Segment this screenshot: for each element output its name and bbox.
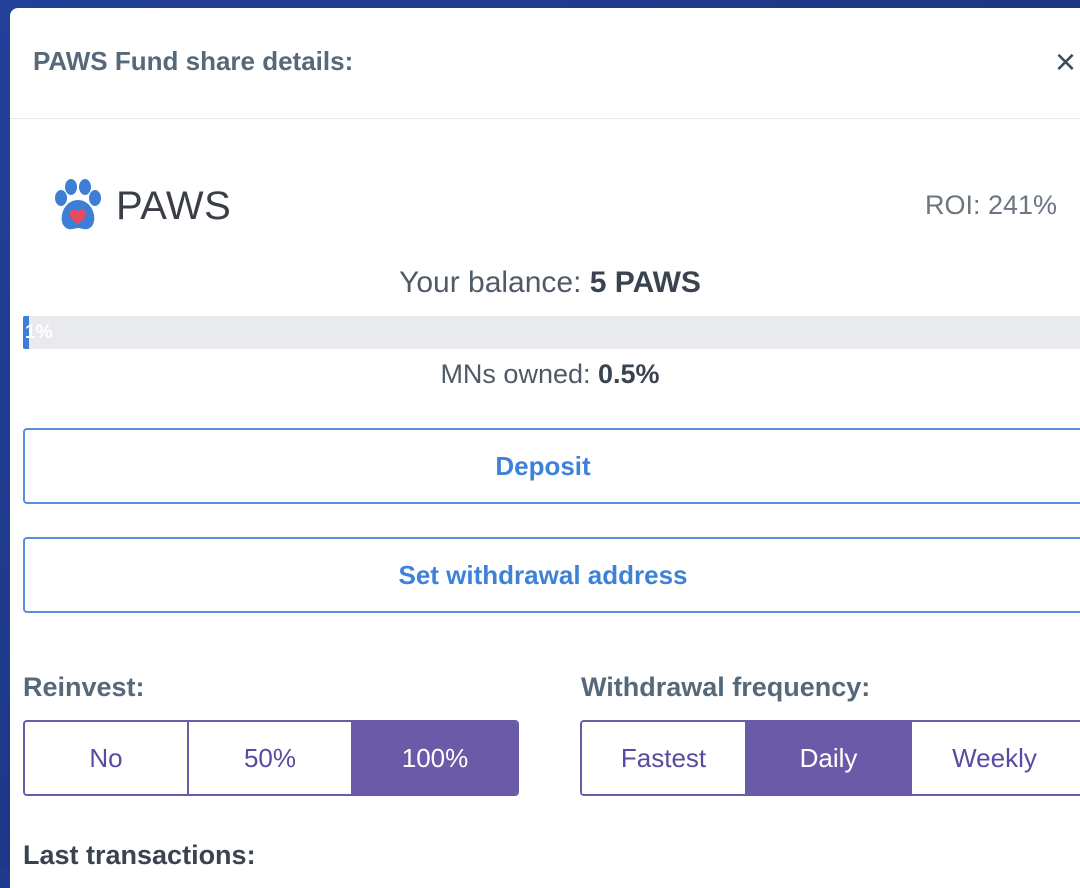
- balance-line: Your balance: 5 PAWS: [0, 266, 1080, 300]
- reinvest-option-no[interactable]: No: [25, 722, 189, 794]
- paw-heart-icon: [55, 179, 101, 230]
- reinvest-option-50[interactable]: 50%: [189, 722, 353, 794]
- mns-owned-line: MNs owned: 0.5%: [0, 359, 1080, 390]
- last-transactions-heading: Last transactions:: [23, 840, 256, 870]
- fund-name: PAWS: [116, 183, 232, 228]
- progress-label: 1%: [25, 322, 53, 343]
- mns-label: MNs owned:: [440, 359, 591, 389]
- deposit-button[interactable]: Deposit: [23, 428, 1080, 504]
- frequency-option-weekly[interactable]: Weekly: [912, 722, 1077, 794]
- close-icon[interactable]: ×: [1055, 44, 1076, 80]
- reinvest-option-100[interactable]: 100%: [353, 722, 517, 794]
- balance-value: 5 PAWS: [589, 266, 701, 299]
- roi-value: ROI: 241%: [925, 190, 1058, 220]
- reinvest-label: Reinvest:: [23, 672, 145, 702]
- set-withdrawal-address-button[interactable]: Set withdrawal address: [23, 537, 1080, 613]
- reinvest-selector: No 50% 100%: [23, 720, 519, 796]
- share-progress-bar: 1%: [23, 316, 1080, 349]
- mns-value: 0.5%: [598, 359, 660, 389]
- frequency-option-fastest[interactable]: Fastest: [582, 722, 747, 794]
- balance-label: Your balance:: [399, 266, 582, 299]
- withdrawal-frequency-label: Withdrawal frequency:: [581, 672, 871, 702]
- frequency-option-daily[interactable]: Daily: [747, 722, 912, 794]
- withdrawal-frequency-selector: Fastest Daily Weekly: [580, 720, 1080, 796]
- fund-brand: PAWS: [52, 176, 231, 236]
- modal-title: PAWS Fund share details:: [33, 46, 354, 76]
- modal-header: PAWS Fund share details: ×: [10, 8, 1080, 119]
